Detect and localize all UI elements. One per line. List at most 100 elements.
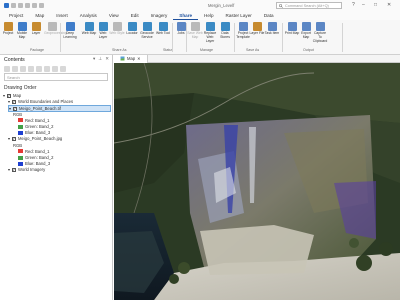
list-by-labeling-icon[interactable] — [52, 65, 58, 72]
expand-chevron-icon[interactable]: ▾ — [3, 93, 5, 98]
redo-icon[interactable] — [39, 3, 44, 8]
web-map-icon — [84, 22, 94, 31]
print-map-button[interactable]: Print Map — [285, 22, 299, 36]
layer-visibility-checkbox[interactable]: ✓ — [7, 93, 12, 98]
symbology-heading: RGB — [13, 112, 22, 117]
project-template-icon — [238, 22, 248, 31]
help-icon[interactable]: ? — [352, 2, 355, 8]
tab-analysis[interactable]: Analysis — [74, 11, 103, 20]
expand-chevron-icon[interactable]: ▾ — [8, 136, 10, 141]
contents-pane-title: Contents — [4, 56, 25, 63]
list-by-charts-icon[interactable] — [60, 65, 66, 72]
contents-toolbar — [0, 64, 112, 73]
contents-pane: Contents ▾ ⊥ ✕ Search Drawing Order ▾ ✓ Ma… — [0, 55, 113, 300]
web-tool-button[interactable]: Web Tool — [156, 22, 170, 36]
export-map-button[interactable]: Export Map — [299, 22, 313, 40]
filter-icon[interactable] — [4, 65, 10, 72]
color-swatch — [18, 124, 23, 129]
contents-search-input[interactable]: Search — [4, 73, 108, 81]
deep-learning-button[interactable]: Deep Learning — [63, 22, 77, 40]
geoprocessing-button[interactable]: Geoprocessing — [44, 22, 67, 36]
layer-visibility-checkbox[interactable]: ✓ — [12, 136, 17, 141]
geocode-service-button[interactable]: Geocode Service — [140, 22, 154, 40]
pane-options-icon[interactable]: ▾ — [93, 56, 95, 62]
ribbon-button-label: Capture To Clipboard — [312, 31, 328, 43]
mobile-map-button[interactable]: Mobile Map — [15, 22, 29, 40]
tab-view[interactable]: View — [103, 11, 125, 20]
project-template-button[interactable]: Project Template — [236, 22, 250, 40]
data-stores-icon — [220, 22, 230, 31]
undo-icon[interactable] — [32, 3, 37, 8]
list-by-source-icon[interactable] — [20, 65, 26, 72]
color-swatch — [18, 149, 23, 154]
layer-visibility-checkbox[interactable]: ✓ — [12, 99, 17, 104]
layer-item[interactable]: ▾ ✓ World Boundaries and Places — [8, 99, 73, 104]
list-by-editing-icon[interactable] — [36, 65, 42, 72]
open-icon[interactable] — [18, 3, 23, 8]
ribbon-group-label: Manage — [200, 48, 213, 52]
tab-map[interactable]: Map ✕ — [114, 55, 148, 63]
new-project-icon[interactable] — [11, 3, 16, 8]
save-icon[interactable] — [25, 3, 30, 8]
save-web-map-button[interactable]: Save Web Map — [187, 22, 203, 40]
tab-edit[interactable]: Edit — [125, 11, 145, 20]
map-view[interactable]: Map ✕ — [114, 55, 400, 300]
ribbon-group-label: Output — [303, 48, 314, 52]
tab-help[interactable]: Help — [198, 11, 219, 20]
list-by-snapping-icon[interactable] — [44, 65, 50, 72]
tab-imagery[interactable]: Imagery — [145, 11, 174, 20]
locator-icon — [127, 22, 137, 31]
replace-web-layer-button[interactable]: Replace Web Layer — [203, 22, 217, 43]
band-legend-item: Green: Band_2 — [18, 155, 53, 160]
data-stores-button[interactable]: Data Stores — [218, 22, 232, 40]
web-style-button[interactable]: Web Style — [109, 22, 125, 36]
command-search-input[interactable]: Command Search (Alt+Q) — [276, 2, 342, 9]
layer-item[interactable]: ▾ ✓ Meigo_Point_Beach.tif — [8, 105, 111, 113]
capture-to-clipboard-button[interactable]: Capture To Clipboard — [313, 22, 327, 43]
close-tab-icon[interactable]: ✕ — [137, 56, 141, 61]
layer-visibility-checkbox[interactable]: ✓ — [12, 167, 17, 172]
band-legend-item: Red: Band_1 — [18, 118, 49, 123]
tab-insert[interactable]: Insert — [50, 11, 74, 20]
layer-visibility-checkbox[interactable]: ✓ — [13, 106, 18, 111]
web-map-button[interactable]: Web Map — [82, 22, 96, 36]
window-title: Mergin_Levelf — [208, 3, 235, 8]
minimize-icon[interactable]: – — [362, 2, 365, 8]
list-by-selection-icon[interactable] — [28, 65, 34, 72]
web-layer-button[interactable]: Web Layer — [96, 22, 110, 40]
locator-button[interactable]: Locator — [125, 22, 139, 36]
layer-item[interactable]: ▾ ✓ Map — [3, 93, 21, 98]
expand-chevron-icon[interactable]: ▾ — [9, 106, 11, 111]
tree-item-label: Map — [13, 93, 22, 98]
tree-item-label: Meigo_Point_Beach.jpg — [18, 136, 63, 142]
expand-chevron-icon[interactable]: ▾ — [8, 99, 10, 104]
pin-icon[interactable]: ⊥ — [98, 56, 102, 62]
expand-chevron-icon[interactable]: ▾ — [8, 167, 10, 172]
project-button[interactable]: Project — [1, 22, 15, 36]
layer-item[interactable]: ▾ ✓ Meigo_Point_Beach.jpg — [8, 136, 62, 141]
tab-raster-layer[interactable]: Raster Layer — [220, 11, 258, 20]
tab-map[interactable]: Map — [29, 11, 50, 20]
layer-button[interactable]: Layer — [29, 22, 43, 36]
ribbon-group-label: Package — [30, 48, 44, 52]
tree-item-label: Red: Band_1 — [25, 117, 50, 123]
ribbon-button-label: Replace Web Layer — [203, 31, 217, 43]
maximize-icon[interactable]: □ — [374, 2, 377, 8]
ribbon-separator — [172, 23, 173, 52]
tab-data[interactable]: Data — [258, 11, 280, 20]
package-icon — [3, 22, 13, 31]
close-icon[interactable]: ✕ — [387, 2, 391, 8]
ribbon-separator — [234, 23, 235, 52]
color-swatch — [18, 155, 23, 160]
ribbon-tabs: Project Map Insert Analysis View Edit Imagery S… — [0, 11, 400, 20]
layer-file-button[interactable]: Layer File — [250, 22, 264, 36]
map-imagery[interactable] — [114, 63, 400, 300]
layer-item[interactable]: ▾ ✓ World Imagery — [8, 167, 45, 172]
list-by-drawing-order-icon[interactable] — [12, 65, 18, 72]
tab-project[interactable]: Project — [3, 11, 29, 20]
task-item-button[interactable]: Task Item — [265, 22, 279, 36]
export-map-icon — [301, 22, 311, 31]
close-pane-icon[interactable]: ✕ — [105, 56, 109, 62]
tab-share[interactable]: Share — [173, 11, 199, 20]
tree-item-label: RGB — [13, 142, 23, 148]
